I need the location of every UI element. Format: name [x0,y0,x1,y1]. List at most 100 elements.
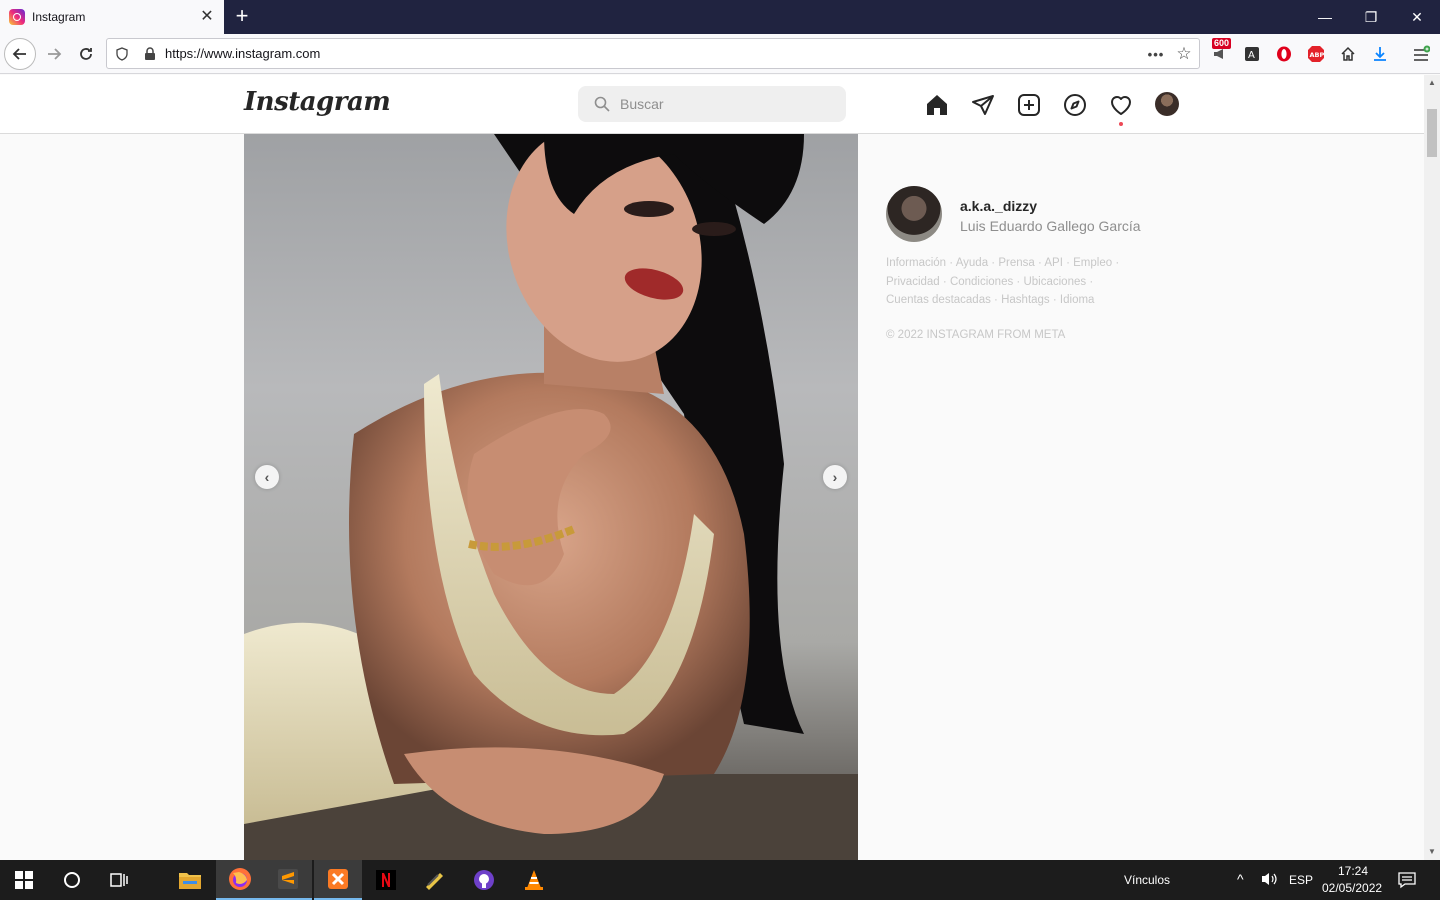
taskbar-vlc[interactable] [510,860,558,900]
carousel-next-button[interactable]: › [823,465,847,489]
minimize-window-button[interactable]: — [1302,0,1348,34]
page-actions-menu-icon[interactable]: ••• [1147,45,1165,63]
search-box[interactable] [578,86,846,122]
home-filled-icon [927,95,947,115]
footer-link[interactable]: Idioma [1060,294,1095,306]
heart-icon [1111,96,1131,115]
lock-icon[interactable] [141,45,159,63]
browser-navigation-toolbar: https://www.instagram.com ••• ☆ 600 A AB… [0,34,1440,74]
adblock-plus-icon[interactable]: ABP [1305,43,1327,65]
svg-text:A: A [1248,50,1255,61]
scroll-up-arrow-icon[interactable]: ▲ [1424,75,1440,91]
notifications-icon[interactable] [1398,871,1416,892]
show-hidden-icons-chevron-icon[interactable]: ^ [1237,871,1244,887]
taskbar-winrar[interactable] [410,860,458,900]
post-photo[interactable] [244,134,858,860]
footer-link[interactable]: Cuentas destacadas [886,294,991,306]
footer-link[interactable]: API [1044,257,1063,269]
links-toolbar-label[interactable]: Vínculos [1124,873,1170,887]
nav-new-post-button[interactable] [1016,92,1042,118]
back-button[interactable] [4,38,36,70]
footer-link[interactable]: Ubicaciones [1023,276,1086,288]
footer-link[interactable]: Condiciones [950,276,1013,288]
nav-home-button[interactable] [924,92,950,118]
footer-link[interactable]: Información [886,257,946,269]
profile-avatar[interactable] [886,186,942,242]
extension-opera-icon[interactable] [1273,43,1295,65]
clock-date[interactable]: 02/05/2022 [1322,881,1382,895]
page-scrollbar[interactable]: ▲ ▼ [1424,75,1440,860]
url-text: https://www.instagram.com [165,46,321,61]
sublime-text-icon [278,869,298,889]
scroll-down-arrow-icon[interactable]: ▼ [1424,844,1440,860]
taskbar-xampp[interactable] [314,860,362,900]
footer-link[interactable]: Ayuda [956,257,988,269]
profile-username[interactable]: a.k.a._dizzy [960,198,1037,214]
app-menu-icon[interactable] [1410,43,1432,65]
extension-megaphone-icon[interactable] [1209,43,1231,65]
back-arrow-icon [12,48,26,60]
taskbar-netflix[interactable] [362,860,410,900]
footer-links: Información · Ayuda · Prensa · API · Emp… [886,257,1120,306]
xampp-icon [328,869,348,889]
copyright-text: © 2022 INSTAGRAM FROM META [886,329,1066,341]
forward-arrow-icon [48,48,62,60]
browser-tab-strip: Instagram ✕ + — ❐ ✕ [0,0,1440,34]
folder-icon [179,873,201,889]
windows-logo-icon [15,871,33,889]
tab-title: Instagram [32,10,86,24]
reload-icon [80,48,92,60]
search-input[interactable] [620,96,820,112]
new-tab-button[interactable]: + [230,4,254,28]
footer-link[interactable]: Empleo [1073,257,1112,269]
nav-activity-button[interactable] [1108,92,1134,118]
taskbar-github-desktop[interactable] [460,860,508,900]
nav-explore-button[interactable] [1062,92,1088,118]
close-tab-icon[interactable]: ✕ [198,8,216,26]
input-language-indicator[interactable]: ESP [1289,873,1313,887]
footer-link[interactable]: Privacidad [886,276,940,288]
close-window-button[interactable]: ✕ [1394,0,1440,34]
footer-link[interactable]: Prensa [998,257,1034,269]
cortana-search-button[interactable] [48,860,96,900]
tracking-shield-icon[interactable] [113,45,131,63]
profile-full-name: Luis Eduardo Gallego García [960,218,1141,234]
scrollbar-thumb[interactable] [1427,109,1437,157]
windows-taskbar: Vínculos ^ ESP 17:24 02/05/2022 [0,860,1440,900]
taskbar-file-explorer[interactable] [166,860,214,900]
archive-app-icon [426,873,443,890]
profile-avatar-nav[interactable] [1155,92,1179,116]
cortana-circle-icon [64,872,80,888]
start-button[interactable] [0,860,48,900]
taskbar-firefox[interactable] [216,860,264,900]
reload-button[interactable] [70,38,102,70]
bookmark-star-icon[interactable]: ☆ [1175,44,1193,63]
instagram-favicon-icon [9,9,25,25]
nav-direct-messages-button[interactable] [970,92,996,118]
extension-translate-icon[interactable]: A [1241,43,1263,65]
svg-text:ABP: ABP [1310,51,1325,59]
search-icon [594,96,610,112]
instagram-logo[interactable]: Instagram [244,87,391,117]
portrait-illustration [244,134,858,860]
netflix-icon [376,870,396,890]
forward-button[interactable] [38,38,70,70]
footer-link[interactable]: Hashtags [1001,294,1050,306]
paper-plane-icon [972,95,994,115]
clock-time[interactable]: 17:24 [1338,864,1368,878]
compass-icon [1064,94,1086,116]
firefox-icon [229,868,251,890]
taskbar-sublime-text[interactable] [264,860,312,900]
volume-icon[interactable] [1260,871,1278,890]
plus-square-icon [1018,94,1040,116]
instagram-header: Instagram [0,75,1424,134]
github-icon [474,870,494,890]
carousel-previous-button[interactable]: ‹ [255,465,279,489]
restore-window-button[interactable]: ❐ [1348,0,1394,34]
browser-tab-instagram[interactable]: Instagram ✕ [0,0,224,34]
task-view-button[interactable] [96,860,144,900]
task-view-icon [110,873,128,887]
home-icon[interactable] [1337,43,1359,65]
downloads-icon[interactable] [1369,43,1391,65]
url-bar[interactable]: https://www.instagram.com ••• ☆ [106,38,1200,69]
